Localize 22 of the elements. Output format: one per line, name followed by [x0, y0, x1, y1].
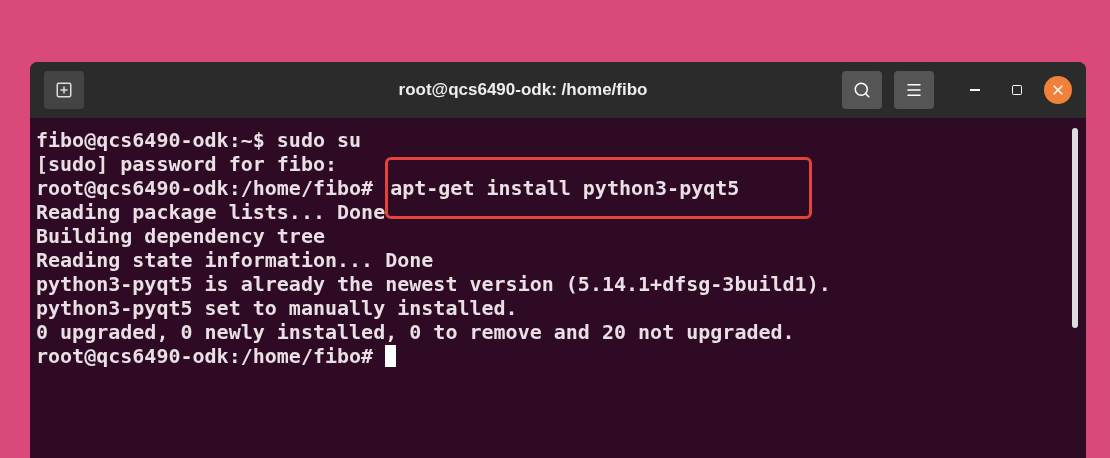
terminal-line: Reading state information... Done — [36, 248, 434, 272]
maximize-icon — [1011, 84, 1023, 96]
search-icon — [853, 81, 871, 99]
terminal-line: fibo@qcs6490-odk:~$ sudo su — [36, 128, 362, 152]
terminal-line: 0 upgraded, 0 newly installed, 0 to remove and 20 not upgraded. — [36, 320, 795, 344]
new-tab-button[interactable] — [44, 71, 84, 109]
close-button[interactable] — [1044, 76, 1072, 104]
terminal-line: Reading package lists... Done — [36, 200, 386, 224]
menu-icon — [905, 81, 923, 99]
menu-button[interactable] — [894, 71, 934, 109]
window-title: root@qcs6490-odk: /home/fibo — [398, 79, 648, 102]
terminal-line: [sudo] password for fibo: — [36, 152, 338, 176]
terminal-line: root@qcs6490-odk:/home/fibo# — [36, 344, 374, 368]
terminal-line: root@qcs6490-odk:/home/fibo# — [36, 176, 374, 200]
command-text: apt-get install python3-pyqt5 — [385, 157, 813, 219]
minimize-icon — [970, 89, 980, 91]
new-tab-icon — [55, 81, 73, 99]
terminal-line: Building dependency tree — [36, 224, 325, 248]
search-button[interactable] — [842, 71, 882, 109]
terminal-line: python3-pyqt5 set to manually installed. — [36, 296, 518, 320]
terminal-line: python3-pyqt5 is already the newest version (5.14.1+dfsg-3build1). — [36, 272, 831, 296]
scrollbar[interactable] — [1072, 128, 1078, 328]
